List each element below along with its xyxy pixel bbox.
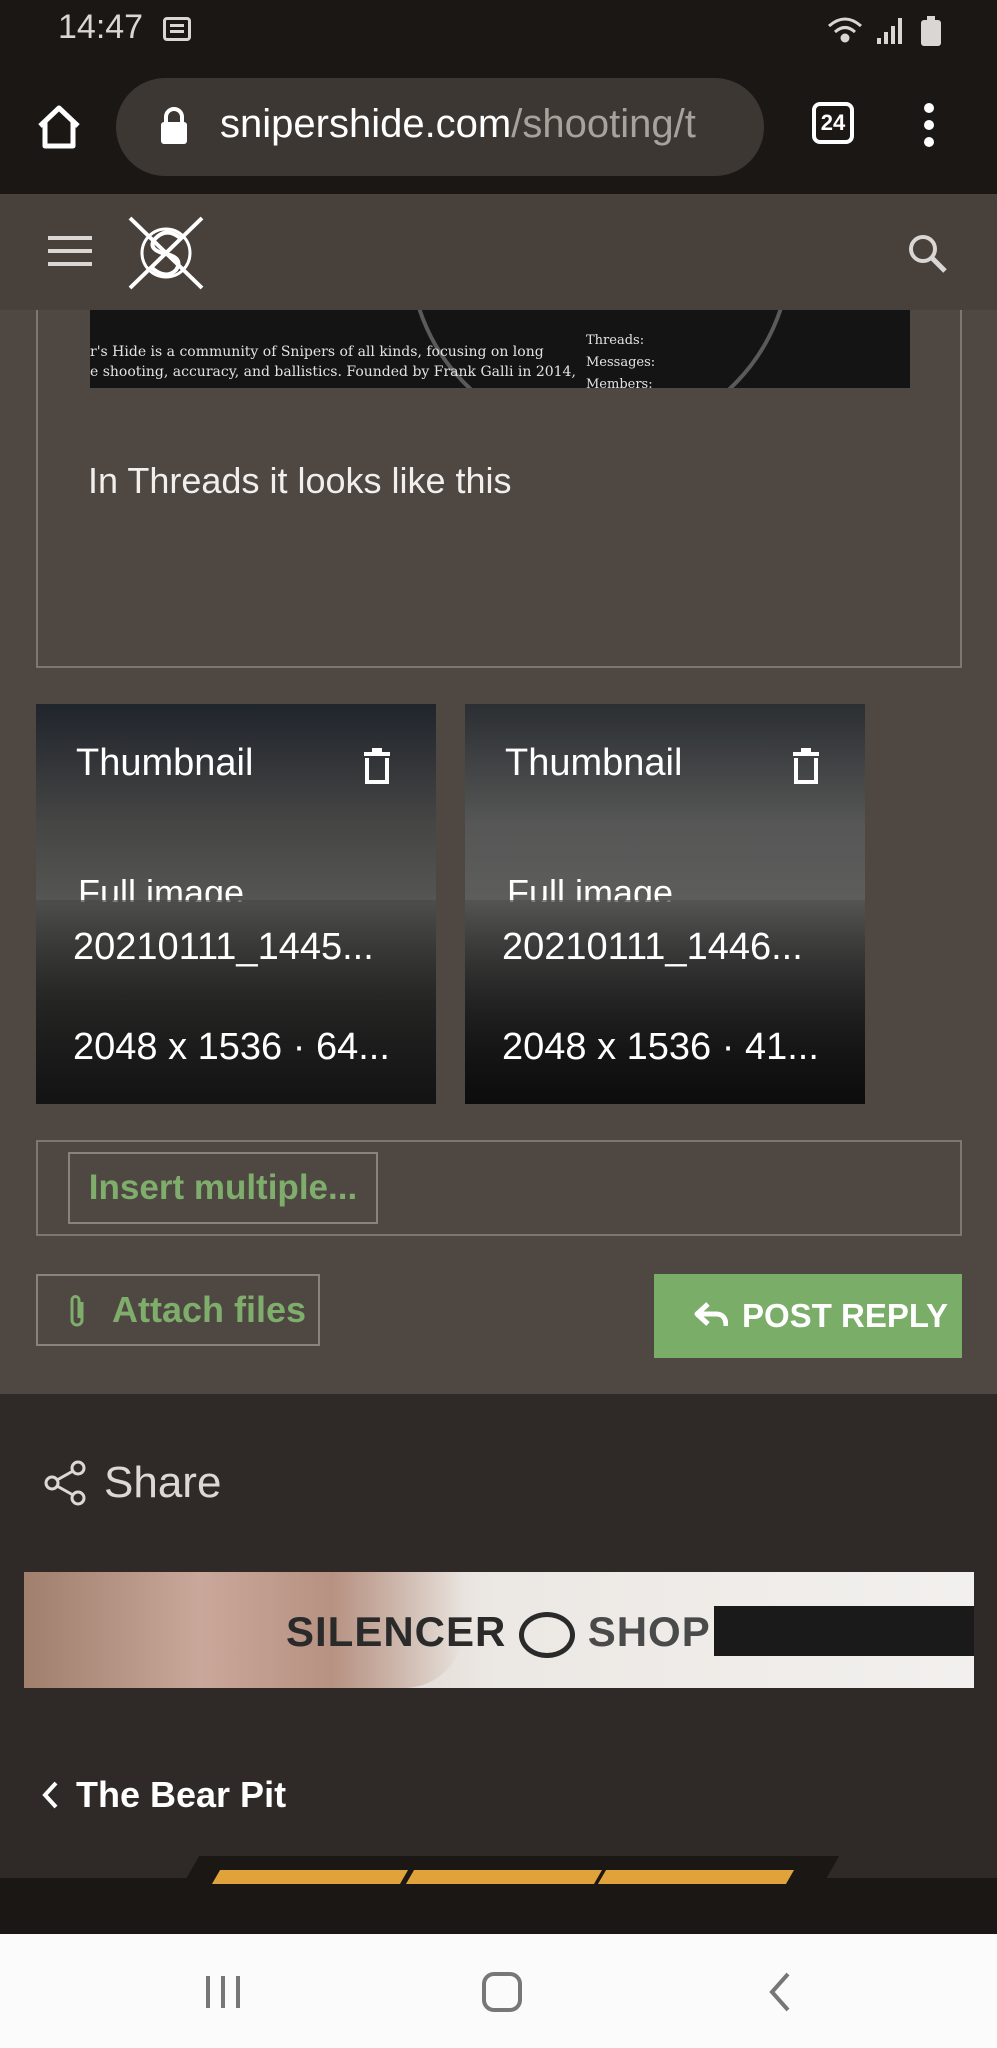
banner-stats: Threads: Messages: Members: (586, 330, 655, 388)
ad-text-word: SHOP (587, 1608, 711, 1655)
attachment-meta: 2048 x 1536 · 64... (73, 1026, 390, 1068)
attachment-meta: 2048 x 1536 · 41... (502, 1026, 819, 1068)
stripe (211, 1870, 409, 1884)
snipers-hide-logo[interactable] (124, 212, 208, 294)
message-icon (163, 17, 191, 41)
thread-footer: Share SILENCER SHOP The Bear Pit (0, 1394, 997, 1878)
attach-files-label: Attach files (112, 1289, 307, 1330)
insert-thumbnail-button[interactable]: Thumbnail (76, 742, 253, 785)
stripe (597, 1870, 795, 1884)
more-options-icon[interactable] (912, 100, 946, 150)
ad-text-word: SILENCER (286, 1608, 507, 1655)
home-icon[interactable] (34, 102, 84, 152)
banner-text-line: r's Hide is a community of Snipers of al… (90, 344, 544, 360)
wifi-icon (828, 17, 862, 43)
thumbnail-overlay[interactable]: Thumbnail Full image (465, 704, 865, 902)
home-nav-icon[interactable] (480, 1970, 524, 2014)
banner-stat: Messages: (586, 355, 656, 370)
attachment-info: 20210111_1446... 2048 x 1536 · 41... (465, 900, 865, 1104)
share-label: Share (104, 1458, 222, 1507)
reply-arrow-icon (694, 1302, 728, 1327)
editor-body-text: In Threads it looks like this (88, 460, 512, 501)
status-icons (828, 16, 941, 46)
menu-icon[interactable] (48, 234, 92, 268)
post-reply-label: POST REPLY (742, 1297, 949, 1334)
battery-icon (921, 16, 941, 46)
insert-thumbnail-button[interactable]: Thumbnail (505, 742, 682, 785)
attachment-filename: 20210111_1445... (73, 926, 374, 968)
ad-text: SILENCER SHOP (286, 1608, 711, 1658)
insert-multiple-button[interactable]: Insert multiple... (68, 1152, 378, 1224)
url-path: /shooting/t (511, 102, 696, 146)
system-navigation-bar (0, 1934, 997, 2048)
insert-multiple-panel: Insert multiple... (36, 1140, 962, 1236)
footer-stripe-bar (0, 1856, 997, 1934)
insert-full-image-button[interactable]: Full image (78, 872, 244, 902)
attachment-info: 20210111_1445... 2048 x 1536 · 64... (36, 900, 436, 1104)
chevron-left-icon (42, 1781, 58, 1809)
attachment-card: Thumbnail Full image 20210111_1446... 20… (465, 704, 865, 1104)
rich-text-editor[interactable]: r's Hide is a community of Snipers of al… (36, 310, 962, 668)
trash-icon[interactable] (791, 748, 821, 784)
status-time: 14:47 (58, 8, 144, 46)
status-bar: 14:47 (0, 0, 997, 64)
lock-icon (161, 107, 187, 144)
ad-rail-graphic (714, 1606, 974, 1656)
attach-files-button[interactable]: Attach files (36, 1274, 320, 1346)
embedded-forum-screenshot: r's Hide is a community of Snipers of al… (90, 310, 910, 388)
thumbnail-overlay[interactable]: Thumbnail Full image (36, 704, 436, 902)
stripe (405, 1870, 603, 1884)
search-icon[interactable] (906, 232, 948, 274)
attachment-card: Thumbnail Full image 20210111_1445... 20… (36, 704, 436, 1104)
back-to-forum-link[interactable]: The Bear Pit (40, 1774, 286, 1816)
paperclip-icon (70, 1295, 84, 1327)
back-nav-icon[interactable] (766, 1970, 794, 2014)
site-header (0, 194, 997, 310)
browser-toolbar: snipershide.com/shooting/t 24 (0, 64, 997, 194)
banner-text: r's Hide is a community of Snipers of al… (90, 342, 576, 382)
banner-text-line: e shooting, accuracy, and ballistics. Fo… (90, 364, 576, 380)
url-domain: snipershide.com (220, 102, 512, 146)
post-reply-button[interactable]: POST REPLY (654, 1274, 962, 1358)
advertisement-banner[interactable]: SILENCER SHOP (24, 1572, 974, 1688)
recent-apps-icon[interactable] (204, 1974, 242, 2010)
url-text: snipershide.com/shooting/t (220, 102, 696, 147)
trash-icon[interactable] (362, 748, 392, 784)
ad-logo-icon (519, 1611, 576, 1658)
tab-switcher-button[interactable]: 24 (812, 102, 854, 144)
insert-full-image-button[interactable]: Full image (507, 872, 673, 902)
banner-stat: Threads: (586, 333, 645, 348)
banner-stat: Members: (586, 377, 653, 388)
address-bar[interactable]: snipershide.com/shooting/t (116, 78, 764, 176)
share-icon (44, 1460, 86, 1506)
signal-icon (877, 18, 902, 44)
reply-form: r's Hide is a community of Snipers of al… (0, 310, 997, 1394)
attachment-filename: 20210111_1446... (502, 926, 803, 968)
back-link-label: The Bear Pit (76, 1774, 287, 1815)
